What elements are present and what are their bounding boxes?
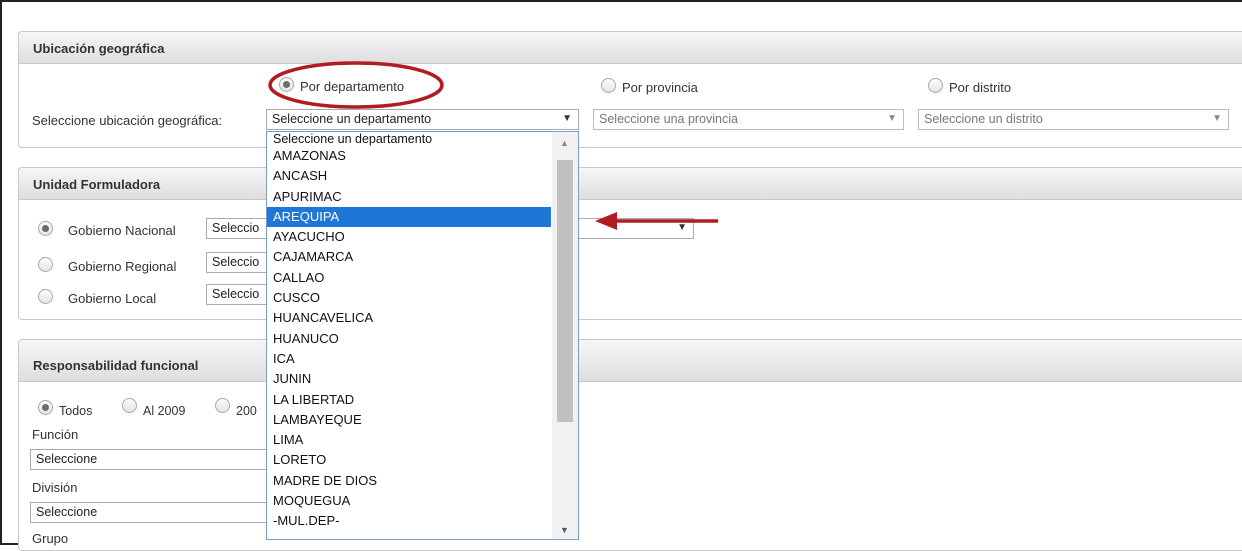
funcion-label: Función [32,427,79,442]
dropdown-option[interactable]: LA LIBERTAD [267,390,551,410]
departamento-dropdown-list[interactable]: Seleccione un departamento AMAZONAS ANCA… [266,131,579,540]
label-por-distrito: Por distrito [949,80,1012,95]
division-label: División [32,480,78,495]
radio-al-2009[interactable] [122,398,137,413]
dropdown-option[interactable]: Seleccione un departamento [267,132,551,146]
dropdown-option[interactable]: MADRE DE DIOS [267,471,551,491]
dropdown-option[interactable]: LIMA [267,430,551,450]
dropdown-option[interactable]: LORETO [267,450,551,470]
label-gobierno-local: Gobierno Local [68,291,157,306]
radio-por-distrito[interactable] [928,78,943,93]
distrito-select-value: Seleccione un distrito [924,112,1043,126]
radio-200x[interactable] [215,398,230,413]
gobierno-local-select-value: Seleccio [212,287,260,301]
label-gobierno-nacional: Gobierno Nacional [68,223,176,238]
dropdown-option[interactable]: CUSCO [267,288,551,308]
ubicacion-header: Ubicación geográfica [19,32,1242,64]
chevron-down-icon: ▼ [1212,113,1222,124]
dropdown-option[interactable]: CAJAMARCA [267,247,551,267]
radio-gobierno-regional[interactable] [38,257,53,272]
gobierno-regional-select-value: Seleccio [212,255,260,269]
dropdown-option[interactable]: HUANUCO [267,329,551,349]
dropdown-option[interactable]: ANCASH [267,166,551,186]
dropdown-option[interactable]: APURIMAC [267,187,551,207]
radio-gobierno-nacional[interactable] [38,221,53,236]
grupo-label: Grupo [32,531,69,546]
dropdown-option-highlighted[interactable]: AREQUIPA [267,206,551,228]
radio-todos[interactable] [38,400,53,415]
division-select-value: Seleccione [36,505,98,519]
chevron-down-icon: ▼ [562,113,572,124]
responsabilidad-header: Responsabilidad funcional [19,340,1242,382]
dropdown-option[interactable]: LAMBAYEQUE [267,410,551,430]
radio-gobierno-local[interactable] [38,289,53,304]
provincia-select-value: Seleccione una provincia [599,112,738,126]
provincia-select[interactable]: Seleccione una provincia ▼ [593,109,904,130]
unidad-panel: Unidad Formuladora [18,167,1242,320]
distrito-select[interactable]: Seleccione un distrito ▼ [918,109,1229,130]
scroll-up-arrow-icon[interactable]: ▲ [560,138,569,148]
dropdown-option[interactable]: HUANCAVELICA [267,308,551,328]
label-todos: Todos [59,404,93,418]
funcion-select-value: Seleccione [36,452,98,466]
gobierno-nacional-select-value: Seleccio [212,221,260,235]
radio-por-departamento[interactable] [279,77,294,92]
chevron-down-icon: ▼ [677,222,687,233]
radio-por-provincia[interactable] [601,78,616,93]
label-al-2009: Al 2009 [143,404,186,418]
scroll-down-arrow-icon[interactable]: ▼ [560,525,569,535]
unidad-header: Unidad Formuladora [19,168,1242,200]
label-gobierno-regional: Gobierno Regional [68,259,177,274]
label-por-departamento: Por departamento [300,79,405,94]
dropdown-scrollbar[interactable]: ▲ ▼ [552,132,578,539]
departamento-select-value: Seleccione un departamento [272,112,432,126]
label-por-provincia: Por provincia [622,80,698,95]
dropdown-option[interactable]: MOQUEGUA [267,491,551,511]
dropdown-option[interactable]: JUNIN [267,369,551,389]
label-200x: 200 [236,404,257,418]
dropdown-option[interactable]: ICA [267,349,551,369]
dropdown-option[interactable]: -MUL.DEP- [267,511,551,531]
dropdown-option[interactable]: AYACUCHO [267,227,551,247]
scrollbar-thumb[interactable] [557,160,573,422]
ubicacion-label: Seleccione ubicación geográfica: [32,113,223,128]
dropdown-option[interactable]: AMAZONAS [267,146,551,166]
chevron-down-icon: ▼ [887,113,897,124]
dropdown-option[interactable]: CALLAO [267,268,551,288]
departamento-select[interactable]: Seleccione un departamento ▼ [266,109,579,130]
